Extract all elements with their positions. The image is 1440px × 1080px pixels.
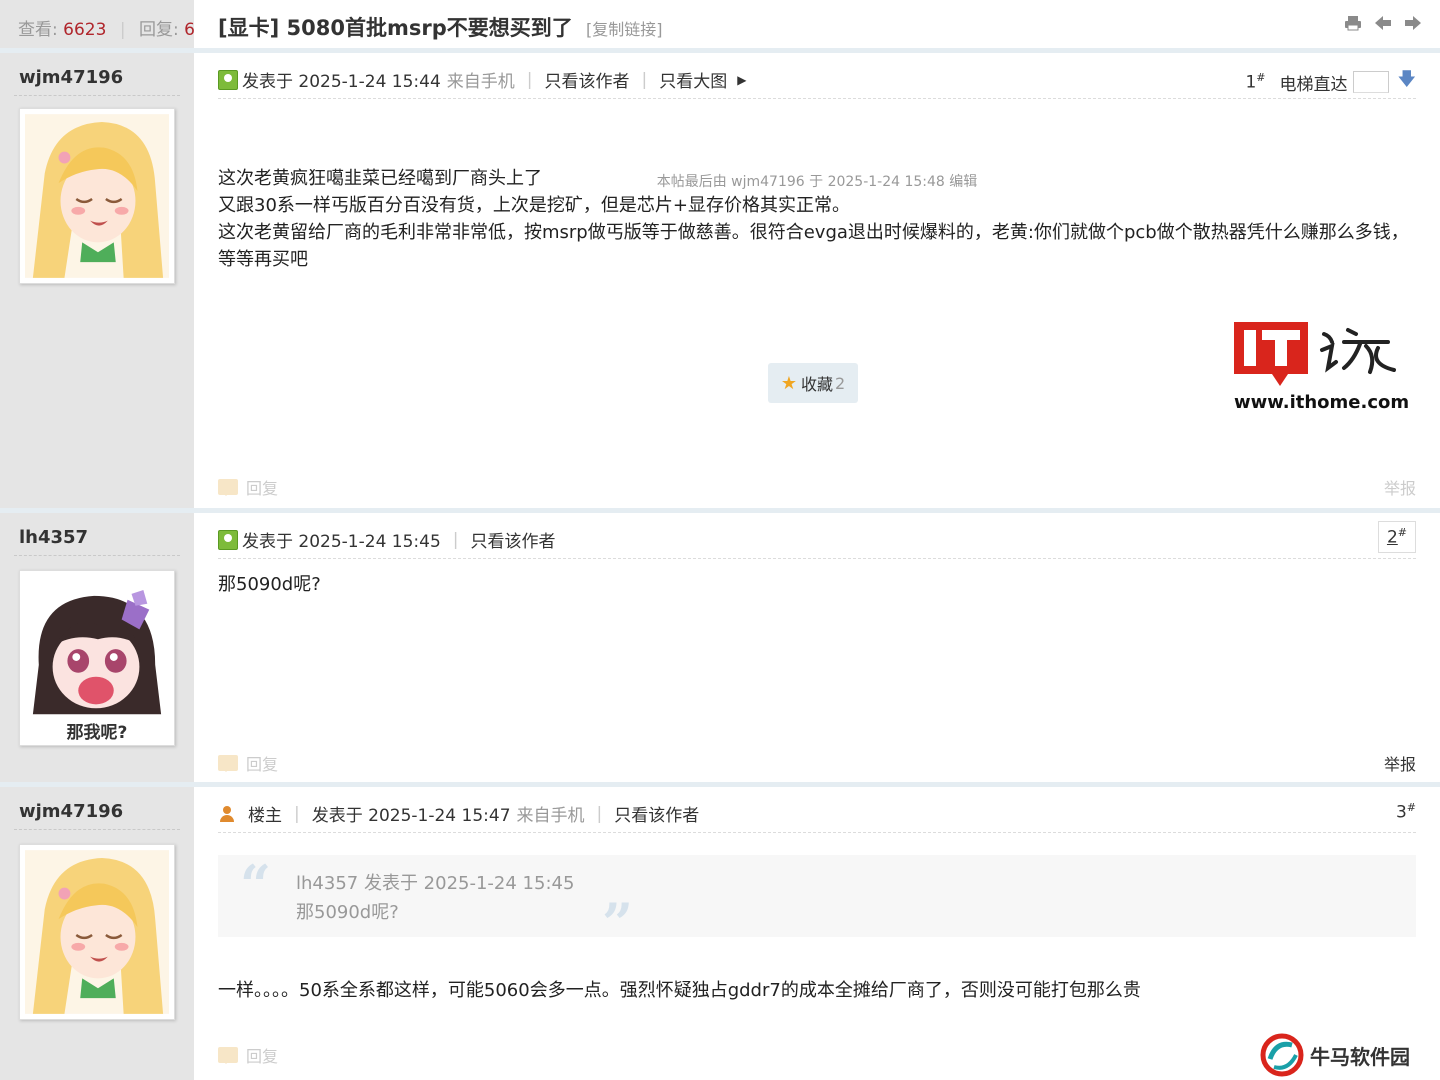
thread-title-text: [显卡] 5080首批msrp不要想买到了 <box>218 16 573 40</box>
post-footer: 回复 举报 <box>218 475 1416 503</box>
corner-watermark: 牛马软件园 <box>1256 1030 1440 1080</box>
post-header: 发表于 2025-1-24 15:45 | 只看该作者 2# <box>218 521 1416 559</box>
quote-text: 那5090d呢? <box>296 902 399 923</box>
post-time: 发表于 2025-1-24 15:47 <box>311 806 511 826</box>
favorite-button[interactable]: ★ 收藏 2 <box>768 363 858 403</box>
ithome-logo <box>1234 322 1396 386</box>
reply-button[interactable]: 回复 <box>218 475 278 499</box>
post-time: 发表于 2025-1-24 15:45 <box>242 532 441 552</box>
floor-number[interactable]: 2# <box>1377 521 1416 553</box>
corner-watermark-text: 牛马软件园 <box>1310 1044 1410 1069</box>
star-icon: ★ <box>780 372 797 394</box>
content-line: 这次老黄留给厂商的毛利非常非常低，按msrp做丐版等于做慈善。很符合evga退出… <box>218 222 1409 270</box>
post-body: 发表于 2025-1-24 15:44 来自手机 | 只看该作者 | 只看大图 … <box>194 53 1440 508</box>
avatar[interactable] <box>19 844 175 1020</box>
post-time: 发表于 2025-1-24 15:44 <box>242 72 441 92</box>
ithome-url: www.ithome.com <box>1234 392 1410 413</box>
post-source: 来自手机 <box>516 806 585 826</box>
only-author-link[interactable]: 只看该作者 <box>471 527 556 552</box>
report-link[interactable]: 举报 <box>1384 475 1416 499</box>
thread-tools <box>1344 14 1422 37</box>
only-author-link[interactable]: 只看该作者 <box>614 801 699 826</box>
favorite-label: 收藏 <box>800 375 833 394</box>
post-header: 楼主 | 发表于 2025-1-24 15:47 来自手机 | 只看该作者 3# <box>218 801 1416 833</box>
online-status-icon <box>218 69 238 90</box>
reply-icon <box>218 755 238 772</box>
floor-number[interactable]: 3# <box>1396 801 1416 823</box>
views-label: 查看: <box>18 20 58 40</box>
content-line: 又跟30系一样丐版百分百没有货，上次是挖矿，但是芯片+显存价格其实正常。 <box>218 195 850 216</box>
post-3: wjm47196 楼主 | 发表于 2025-1-24 15:47 来自手机 |… <box>0 787 1440 1080</box>
thread-header: 查看: 6623 | 回复: 66 [显卡] 5080首批msrp不要想买到了 … <box>0 0 1440 48</box>
goto-floor-input[interactable] <box>1353 71 1390 93</box>
online-status-icon <box>218 529 238 550</box>
reply-icon <box>218 1047 238 1064</box>
only-author-link[interactable]: 只看该作者 <box>545 67 630 92</box>
post-1: wjm47196 发表于 2025-1-24 15:44 来自手机 | 只看该作… <box>0 53 1440 508</box>
post-body: 楼主 | 发表于 2025-1-24 15:47 来自手机 | 只看该作者 3#… <box>194 787 1440 1080</box>
author-name[interactable]: wjm47196 <box>19 67 123 88</box>
post-content: 这次老黄疯狂噶韭菜已经噶到厂商头上了 又跟30系一样丐版百分百没有货，上次是挖矿… <box>218 165 1410 273</box>
caret-right-icon[interactable]: ▶ <box>737 73 746 87</box>
favorite-count: 2 <box>834 373 846 393</box>
post-content: 一样。。。。50系全系都这样，可能5060会多一点。强烈怀疑独占gddr7的成本… <box>218 977 1410 1004</box>
avatar[interactable] <box>19 108 175 284</box>
post-source: 来自手机 <box>446 72 515 92</box>
arrow-down-icon[interactable]: 🡇 <box>1397 67 1416 97</box>
print-icon[interactable] <box>1344 14 1362 37</box>
quote-open-icon: “ <box>240 853 272 917</box>
arrow-left-icon[interactable] <box>1374 14 1392 37</box>
arrow-right-icon[interactable] <box>1404 14 1422 37</box>
post-2: lh4357 那我呢? 发表于 2025-1-24 15:45 | 只看该作者 … <box>0 513 1440 782</box>
post-content: 那5090d呢? <box>218 571 1410 598</box>
floor-number[interactable]: 1# <box>1245 71 1265 93</box>
reply-icon <box>218 479 238 496</box>
content-line: 一样。。。。50系全系都这样，可能5060会多一点。强烈怀疑独占gddr7的成本… <box>218 980 1141 1001</box>
avatar-caption: 那我呢? <box>20 718 174 743</box>
post-author-panel: wjm47196 <box>0 53 194 508</box>
post-header: 发表于 2025-1-24 15:44 来自手机 | 只看该作者 | 只看大图 … <box>218 67 1416 99</box>
report-link[interactable]: 举报 <box>1384 751 1416 775</box>
post-footer: 回复 举报 <box>218 751 1416 779</box>
thread-stats: 查看: 6623 | 回复: 66 <box>18 15 206 40</box>
avatar[interactable]: 那我呢? <box>19 570 175 746</box>
quote-block: “ lh4357 发表于 2025-1-24 15:45 那5090d呢? ” <box>218 853 1416 953</box>
thread-stats-panel: 查看: 6623 | 回复: 66 <box>0 0 206 48</box>
owner-badge: 楼主 <box>248 806 282 826</box>
reply-button[interactable]: 回复 <box>218 751 278 775</box>
author-name[interactable]: lh4357 <box>19 527 88 548</box>
post-author-panel: wjm47196 <box>0 787 194 1080</box>
copy-link-button[interactable]: [复制链接] <box>586 20 663 39</box>
view-large-link[interactable]: 只看大图 <box>659 67 727 92</box>
post-footer: 回复 <box>218 1043 1416 1071</box>
views-count: 6623 <box>63 20 107 40</box>
quote-close-icon: ” <box>602 891 634 955</box>
thread-title: [显卡] 5080首批msrp不要想买到了 [复制链接] <box>218 12 663 42</box>
quote-header: lh4357 发表于 2025-1-24 15:45 <box>296 873 575 894</box>
swirl-logo-icon <box>1260 1033 1304 1077</box>
author-name[interactable]: wjm47196 <box>19 801 123 822</box>
user-icon <box>218 805 236 823</box>
content-line: 那5090d呢? <box>218 574 321 595</box>
post-author-panel: lh4357 那我呢? <box>0 513 194 782</box>
content-line: 这次老黄疯狂噶韭菜已经噶到厂商头上了 <box>218 168 542 189</box>
replies-label: 回复: <box>138 20 179 40</box>
goto-floor-label: 电梯直达 <box>1279 74 1348 95</box>
reply-button[interactable]: 回复 <box>218 1043 278 1067</box>
ithome-logo-watermark: www.ithome.com <box>1232 320 1432 420</box>
post-body: 发表于 2025-1-24 15:45 | 只看该作者 2# 那5090d呢? … <box>194 513 1440 782</box>
